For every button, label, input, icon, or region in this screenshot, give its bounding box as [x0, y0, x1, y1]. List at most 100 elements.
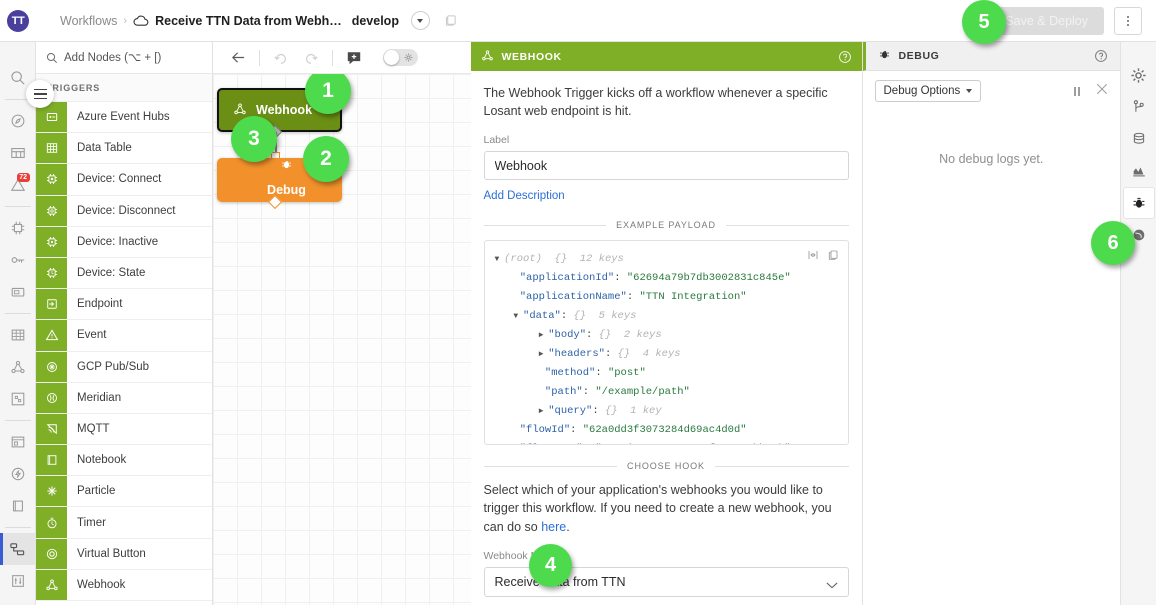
access-keys-icon[interactable] [0, 244, 36, 276]
list-item-label: Event [77, 329, 107, 342]
help-icon[interactable] [1094, 49, 1108, 63]
list-item[interactable]: MQTT [36, 413, 212, 446]
help-icon[interactable] [838, 50, 852, 64]
payload-key: "query" [548, 405, 593, 418]
device-inactive-icon [36, 226, 67, 257]
list-item[interactable]: Device: Connect [36, 164, 212, 196]
branch-name: develop [351, 13, 399, 28]
overview-icon[interactable] [0, 105, 36, 137]
chart-icon[interactable] [1124, 156, 1154, 186]
breadcrumb-workflows-link[interactable]: Workflows [60, 14, 117, 28]
expand-icon[interactable] [807, 249, 819, 269]
config-panel-body: The Webhook Trigger kicks off a workflow… [471, 71, 862, 605]
events-icon[interactable] [0, 458, 36, 490]
event-icon [36, 320, 67, 351]
list-item-label: Timer [77, 516, 106, 529]
canvas-mode-toggle[interactable] [383, 49, 418, 66]
data-tables-icon[interactable] [0, 319, 36, 351]
copy-icon[interactable] [827, 249, 839, 269]
back-arrow-icon[interactable] [223, 45, 253, 71]
step-badge-6: 6 [1091, 221, 1135, 265]
settings-sliders-icon[interactable] [0, 565, 36, 597]
debug-actions [1074, 82, 1108, 100]
expand-triangle-icon[interactable]: ► [539, 407, 549, 416]
payload-key: "method" [544, 367, 596, 380]
payload-key: "path" [544, 386, 583, 399]
add-nodes-search[interactable] [36, 42, 212, 74]
pause-icon[interactable] [1074, 86, 1080, 96]
payload-key: "data" [523, 310, 561, 323]
payload-row: "applicationId": "62694a79b7db3002831c84… [519, 272, 791, 285]
list-item-label: GCP Pub/Sub [77, 360, 150, 373]
chevron-down-icon [417, 18, 424, 23]
expand-triangle-icon[interactable]: ► [539, 331, 549, 340]
list-item[interactable]: Endpoint [36, 289, 212, 321]
workflow-canvas: Webhook Debug 1 2 3 [213, 42, 471, 605]
notebook-icon [36, 445, 67, 476]
list-item[interactable]: Data Table [36, 133, 212, 165]
list-item[interactable]: Device: State [36, 257, 212, 290]
payload-meta: {} 2 keys [598, 329, 662, 342]
expand-triangle-icon[interactable]: ► [539, 350, 549, 359]
main-body: 72 Add Nodes (⌥ + [) TRIGGERS Azure Even… [0, 42, 1156, 605]
menu-toggle-button[interactable] [26, 80, 54, 108]
chevron-down-icon [825, 577, 838, 595]
avatar[interactable]: TT [7, 9, 29, 32]
collapse-triangle-icon[interactable]: ▼ [513, 312, 523, 321]
label-input[interactable] [483, 151, 849, 181]
webhooks-icon[interactable] [0, 351, 36, 383]
list-item[interactable]: Notebook [36, 445, 212, 477]
list-item[interactable]: Meridian [36, 382, 212, 414]
notebooks-icon[interactable] [0, 490, 36, 522]
add-description-link[interactable]: Add Description [484, 190, 565, 202]
canvas-grid[interactable]: Webhook Debug 1 2 3 [213, 74, 471, 605]
example-payload-viewer[interactable]: ▼ (root) {} 12 keys "applicationId": "62… [483, 240, 849, 446]
integrations-icon[interactable] [0, 383, 36, 415]
alerts-icon[interactable]: 72 [0, 169, 36, 201]
database-icon[interactable] [1124, 124, 1154, 154]
files-icon[interactable] [0, 276, 36, 308]
list-item[interactable]: Virtual Button [36, 538, 212, 570]
close-icon[interactable] [1096, 82, 1108, 100]
branch-dropdown-button[interactable] [410, 11, 430, 30]
payload-row: ▼ "data": {} 5 keys [513, 310, 637, 323]
payload-meta [542, 253, 555, 265]
more-options-button[interactable] [1114, 6, 1142, 35]
list-item[interactable]: Webhook [36, 569, 212, 601]
node-description: The Webhook Trigger kicks off a workflow… [483, 86, 828, 119]
cloud-icon [133, 15, 149, 27]
payload-meta: {} 1 key [604, 405, 662, 418]
palette-items: Azure Event Hubs Data Table Device: Conn… [36, 102, 212, 605]
redo-icon[interactable] [296, 45, 326, 71]
bug-icon[interactable] [1123, 188, 1154, 218]
list-item[interactable]: Device: Disconnect [36, 195, 212, 227]
toolbar-divider [259, 49, 260, 66]
list-item[interactable]: GCP Pub/Sub [36, 351, 212, 383]
branch-icon[interactable] [1124, 92, 1154, 122]
right-icon-rail [1120, 42, 1156, 605]
undo-icon[interactable] [266, 45, 296, 71]
dashboards-icon[interactable] [0, 137, 36, 169]
debug-options-dropdown[interactable]: Debug Options [874, 80, 982, 102]
list-item[interactable]: Azure Event Hubs [36, 102, 212, 134]
devices-icon[interactable] [0, 212, 36, 244]
search-input[interactable] [64, 51, 206, 64]
list-item-label: Azure Event Hubs [77, 111, 170, 124]
list-item[interactable]: Event [36, 320, 212, 352]
payload-row: "method": "post" [544, 367, 646, 380]
payload-value: "TTN Integration" [639, 291, 747, 304]
list-item-label: Data Table [77, 142, 132, 155]
payload-meta: {} 12 keys [554, 253, 624, 266]
list-item[interactable]: Device: Inactive [36, 226, 212, 258]
create-webhook-link[interactable]: here [541, 518, 566, 536]
experience-icon[interactable] [0, 426, 36, 458]
list-item[interactable]: Timer [36, 507, 212, 539]
gear-icon[interactable] [1124, 60, 1154, 90]
sidebar-item-workflows[interactable] [0, 533, 36, 565]
add-note-icon[interactable] [339, 45, 369, 71]
payload-row: ► "query": {} 1 key [538, 405, 662, 418]
label-field-label: Label [483, 134, 510, 147]
copy-icon[interactable] [444, 14, 457, 27]
payload-key: "applicationName" [519, 291, 627, 304]
list-item[interactable]: Particle [36, 476, 212, 508]
